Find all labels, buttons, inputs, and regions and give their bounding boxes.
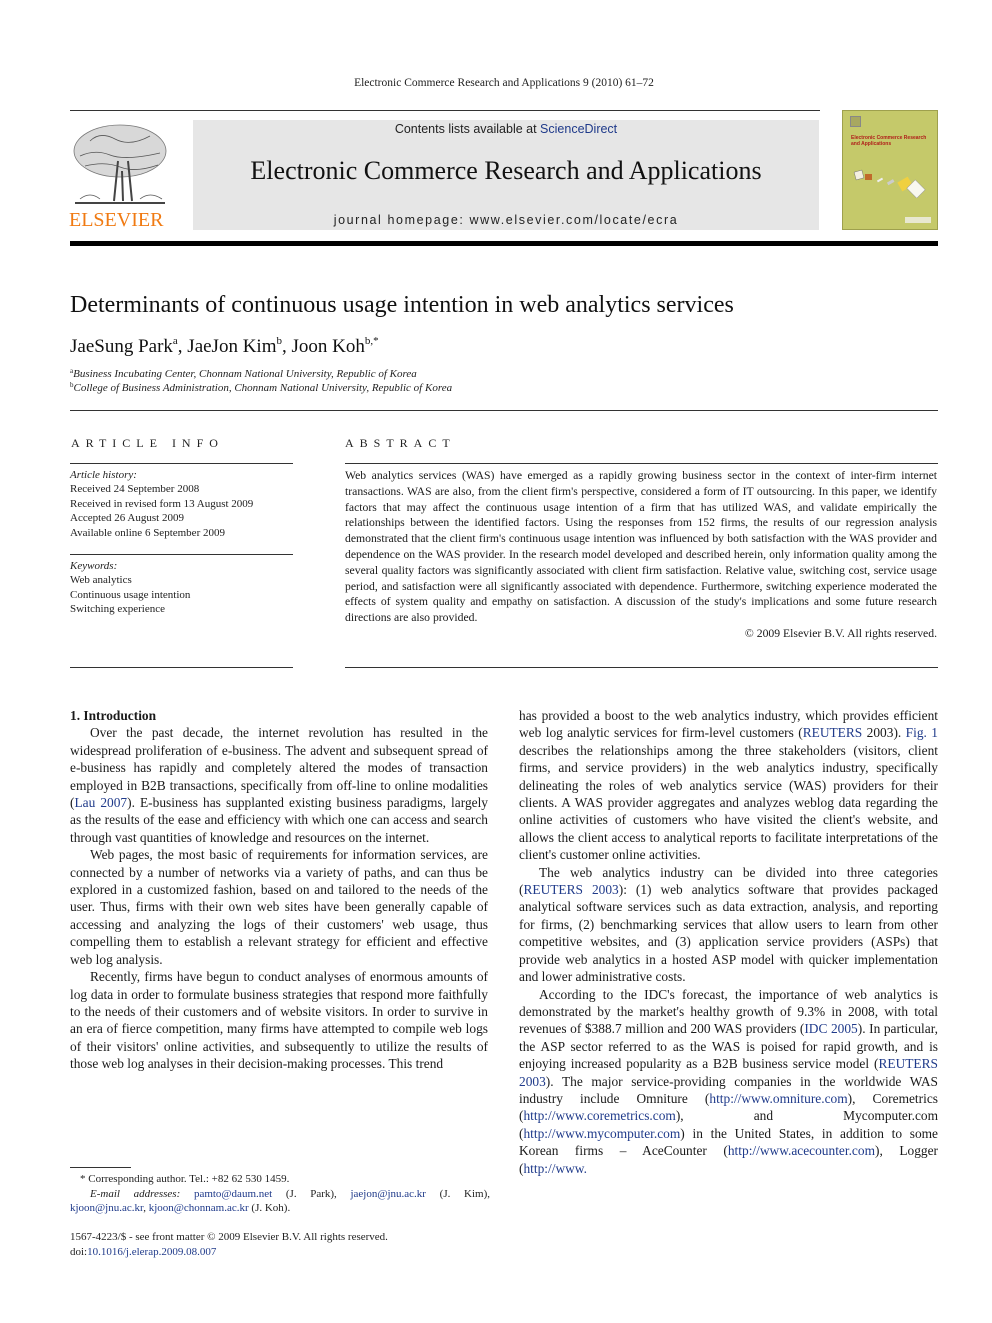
citation-link[interactable]: REUTERS [803,725,863,740]
abstract-body: Web analytics services (WAS) have emerge… [345,468,937,642]
footnote-star: * [80,1173,86,1185]
running-head: Electronic Commerce Research and Applica… [354,77,654,89]
email-link[interactable]: pamto@daum.net [194,1188,272,1200]
section-heading-introduction: 1. Introduction [70,708,157,723]
citation-link[interactable]: Lau 2007 [74,795,127,810]
body-paragraph: has provided a boost to the web analytic… [519,707,938,864]
url-link[interactable]: http://www.coremetrics.com [523,1108,675,1123]
keyword-item: Web analytics [70,574,132,587]
author-name: Joon Koh [291,336,365,357]
journal-homepage[interactable]: journal homepage: www.elsevier.com/locat… [193,213,819,227]
history-item: Available online 6 September 2009 [70,526,225,539]
body-paragraph: Web pages, the most basic of requirement… [70,847,488,967]
url-link[interactable]: http://www.mycomputer.com [523,1126,680,1141]
masthead-bottom-rule [70,241,938,246]
history-item: Received 24 September 2008 [70,483,200,496]
corresponding-text: Corresponding author. Tel.: +82 62 530 1… [88,1173,290,1185]
elsevier-wordmark: ELSEVIER [69,209,164,231]
author-name: JaeJon Kim [187,336,277,357]
abstract-rule [345,463,938,464]
affiliation-a: aBusiness Incubating Center, Chonnam Nat… [70,367,417,380]
sciencedirect-link[interactable]: ScienceDirect [540,122,617,136]
journal-masthead: Contents lists available at ScienceDirec… [193,120,819,230]
history-item: Accepted 26 August 2009 [70,512,184,525]
text-run: 2003). [862,725,906,741]
cover-illustration-icon [853,169,926,198]
abstract-text: Web analytics services (WAS) have emerge… [345,469,937,625]
cover-sciencedirect-badge [905,217,931,223]
front-matter: 1567-4223/$ - see front matter © 2009 El… [70,1230,388,1259]
footnote: * Corresponding author. Tel.: +82 62 530… [70,1172,490,1216]
article-info-bottom-rule [70,667,293,668]
url-link[interactable]: http://www. [523,1161,586,1176]
email-label: E-mail addresses: [90,1187,181,1200]
article-title: Determinants of continuous usage intenti… [70,292,734,318]
header-divider [70,410,938,411]
article-info-heading: ARTICLE INFO [71,436,224,450]
email-owner: (J. Koh). [248,1202,291,1214]
email-link[interactable]: jaejon@jnu.ac.kr [350,1188,426,1200]
keyword-item: Switching experience [70,603,165,616]
history-label: Article history: [70,469,137,481]
citation-link[interactable]: IDC 2005 [804,1021,857,1036]
issn-line: 1567-4223/$ - see front matter © 2009 El… [70,1231,388,1243]
url-link[interactable]: http://www.acecounter.com [728,1143,875,1158]
contents-prefix: Contents lists available at [394,122,541,136]
body-left-column: 1. Introduction Over the past decade, th… [70,707,488,1073]
keywords: Keywords: Web analytics Continuous usage… [70,559,293,617]
email-owner: (J. Park), [272,1187,351,1200]
body-paragraph: The web analytics industry can be divide… [519,864,938,986]
keywords-rule [70,554,293,555]
email-addresses: E-mail addresses: pamto@daum.net (J. Par… [70,1187,490,1216]
journal-title: Electronic Commerce Research and Applica… [250,156,762,185]
author-list: JaeSung Parka, JaeJon Kimb, Joon Kohb,* [70,335,379,358]
text-run: ). E-business has supplanted existing bu… [70,795,488,845]
citation-link[interactable]: REUTERS 2003 [523,882,618,897]
email-link[interactable]: kjoon@chonnam.ac.kr [149,1202,249,1214]
elsevier-tree-logo-icon [73,124,167,204]
affiliation-b: bCollege of Business Administration, Cho… [70,381,452,394]
cover-elsevier-icon [850,116,861,127]
abstract-bottom-rule [345,667,938,668]
journal-cover-image: Electronic Commerce Research and Applica… [842,110,938,230]
keywords-label: Keywords: [70,560,118,572]
footnote-rule [70,1167,131,1168]
affiliation-text: College of Business Administration, Chon… [73,382,453,394]
abstract-copyright: © 2009 Elsevier B.V. All rights reserved… [744,626,937,640]
email-link[interactable]: kjoon@jnu.ac.kr [70,1202,143,1214]
top-rule [70,110,820,111]
body-right-column: has provided a boost to the web analytic… [519,707,938,1177]
figure-link[interactable]: Fig. 1 [906,725,938,740]
cover-title: Electronic Commerce Research and Applica… [851,135,927,147]
author-separator: , [177,336,188,357]
contents-line: Contents lists available at ScienceDirec… [193,122,819,136]
email-owner: (J. Kim), [425,1187,490,1200]
author-affil-sup[interactable]: b,* [365,335,379,347]
corresponding-author-note: * Corresponding author. Tel.: +82 62 530… [70,1172,490,1187]
affiliation-text: Business Incubating Center, Chonnam Nati… [73,368,417,380]
article-info-rule [70,463,293,464]
abstract-heading: ABSTRACT [345,436,456,450]
doi-line: doi:10.1016/j.elerap.2009.08.007 [70,1245,388,1260]
doi-link[interactable]: 10.1016/j.elerap.2009.08.007 [87,1246,216,1258]
body-paragraph: According to the IDC's forecast, the imp… [519,986,938,1177]
keyword-item: Continuous usage intention [70,588,191,601]
url-link[interactable]: http://www.omniture.com [709,1091,847,1106]
text-run: describes the relationships among the th… [519,742,938,863]
body-paragraph: Recently, firms have begun to conduct an… [70,969,488,1072]
doi-prefix: doi: [70,1245,88,1258]
history-item: Received in revised form 13 August 2009 [70,497,254,510]
text-run: ): (1) web analytics software that provi… [519,882,938,985]
author-name: JaeSung Park [70,336,173,357]
article-history: Article history: Received 24 September 2… [70,468,293,540]
body-paragraph: Over the past decade, the internet revol… [70,724,488,846]
